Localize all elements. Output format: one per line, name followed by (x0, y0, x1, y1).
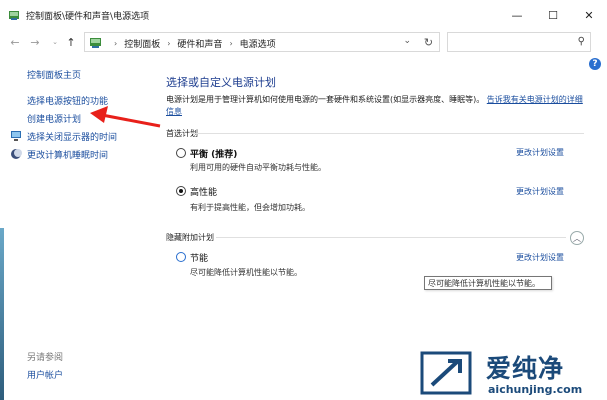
description-text: 电源计划是用于管理计算机如何使用电源的一套硬件和系统设置(如显示器亮度、睡眠等)… (166, 95, 485, 104)
desktop-background (0, 228, 4, 400)
sidebar-item-display-off[interactable]: 选择关闭显示器的时间 (27, 130, 117, 143)
see-also-label: 另请参阅 (27, 353, 64, 363)
plan-description: 尽可能降低计算机性能以节能。 (190, 268, 302, 277)
breadcrumb-power-options[interactable]: 电源选项 (240, 37, 276, 50)
forward-icon[interactable]: → (28, 33, 42, 51)
plan-name: 高性能 (190, 188, 218, 198)
chevron-right-icon[interactable]: › (167, 39, 170, 48)
logo-mark-icon (420, 351, 472, 395)
sidebar-item-user-accounts[interactable]: 用户帐户 (27, 368, 63, 381)
divider (192, 133, 584, 134)
change-plan-settings-link[interactable]: 更改计划设置 (516, 252, 564, 263)
address-bar: ← → ⌄ ↑ › 控制面板 › 硬件和声音 › 电源选项 ⌄ ↻ ⚲ (0, 30, 607, 54)
up-icon[interactable]: ↑ (64, 33, 78, 51)
chevron-right-icon: › (114, 39, 118, 48)
sidebar-item-home[interactable]: 控制面板主页 (27, 68, 81, 81)
hidden-plans-group: 隐藏附加计划 (166, 232, 584, 243)
sidebar-item-power-button[interactable]: 选择电源按钮的功能 (27, 94, 108, 107)
refresh-icon: ↻ (423, 35, 434, 49)
description: 电源计划是用于管理计算机如何使用电源的一套硬件和系统设置(如显示器亮度、睡眠等)… (166, 94, 584, 118)
recent-dropdown-icon[interactable]: ⌄ (48, 33, 62, 51)
control-panel-window: 控制面板\硬件和声音\电源选项 — ☐ ✕ ← → ⌄ ↑ › 控制面板 › 硬… (0, 0, 607, 400)
radio-high-performance[interactable] (176, 186, 186, 196)
back-icon[interactable]: ← (8, 33, 22, 51)
watermark-url: aichunjing.com (488, 383, 583, 396)
window-title: 控制面板\硬件和声音\电源选项 (26, 12, 150, 22)
tooltip: 尽可能降低计算机性能以节能。 (424, 276, 552, 290)
chevron-right-icon[interactable]: › (229, 39, 232, 48)
preferred-plans-group: 首选计划 (166, 128, 584, 139)
change-plan-settings-link[interactable]: 更改计划设置 (516, 147, 564, 158)
divider (216, 237, 566, 238)
close-button[interactable]: ✕ (571, 0, 607, 30)
search-icon: ⚲ (577, 36, 585, 47)
group-label: 隐藏附加计划 (166, 233, 214, 242)
refresh-button[interactable]: ↻ (418, 32, 440, 52)
moon-icon (11, 149, 22, 159)
change-plan-settings-link[interactable]: 更改计划设置 (516, 186, 564, 197)
control-panel-icon (90, 38, 101, 48)
chevron-down-icon[interactable]: ⌄ (403, 36, 411, 46)
sidebar: 控制面板主页 选择电源按钮的功能 创建电源计划 选择关闭显示器的时间 更改计算机… (0, 54, 150, 400)
plan-description: 利用可用的硬件自动平衡功耗与性能。 (190, 163, 326, 172)
breadcrumb: › 控制面板 › 硬件和声音 › 电源选项 (107, 37, 276, 50)
maximize-button[interactable]: ☐ (535, 0, 571, 30)
help-icon[interactable]: ? (589, 58, 601, 70)
plan-name: 节能 (190, 254, 209, 264)
watermark-logo: 爱纯净 aichunjing.com (418, 347, 607, 400)
watermark-text: 爱纯净 (486, 354, 565, 383)
minimize-button[interactable]: — (499, 0, 535, 30)
search-input[interactable]: ⚲ (447, 32, 591, 52)
plan-name: 平衡 (推荐) (190, 150, 238, 160)
page-title: 选择或自定义电源计划 (166, 76, 276, 89)
breadcrumb-hardware-sound[interactable]: 硬件和声音 (177, 37, 222, 50)
chevron-up-icon[interactable]: ︿ (570, 231, 584, 245)
sidebar-item-sleep[interactable]: 更改计算机睡眠时间 (27, 148, 108, 161)
sidebar-item-create-plan[interactable]: 创建电源计划 (27, 112, 81, 125)
address-field[interactable]: › 控制面板 › 硬件和声音 › 电源选项 ⌄ (84, 32, 440, 52)
radio-power-saver[interactable] (176, 252, 186, 262)
breadcrumb-control-panel[interactable]: 控制面板 (124, 37, 160, 50)
title-bar: 控制面板\硬件和声音\电源选项 — ☐ ✕ (0, 0, 607, 30)
control-panel-icon (9, 11, 19, 20)
plan-description: 有利于提高性能，但会增加功耗。 (190, 203, 310, 212)
radio-balanced[interactable] (176, 148, 186, 158)
display-icon (11, 131, 21, 141)
